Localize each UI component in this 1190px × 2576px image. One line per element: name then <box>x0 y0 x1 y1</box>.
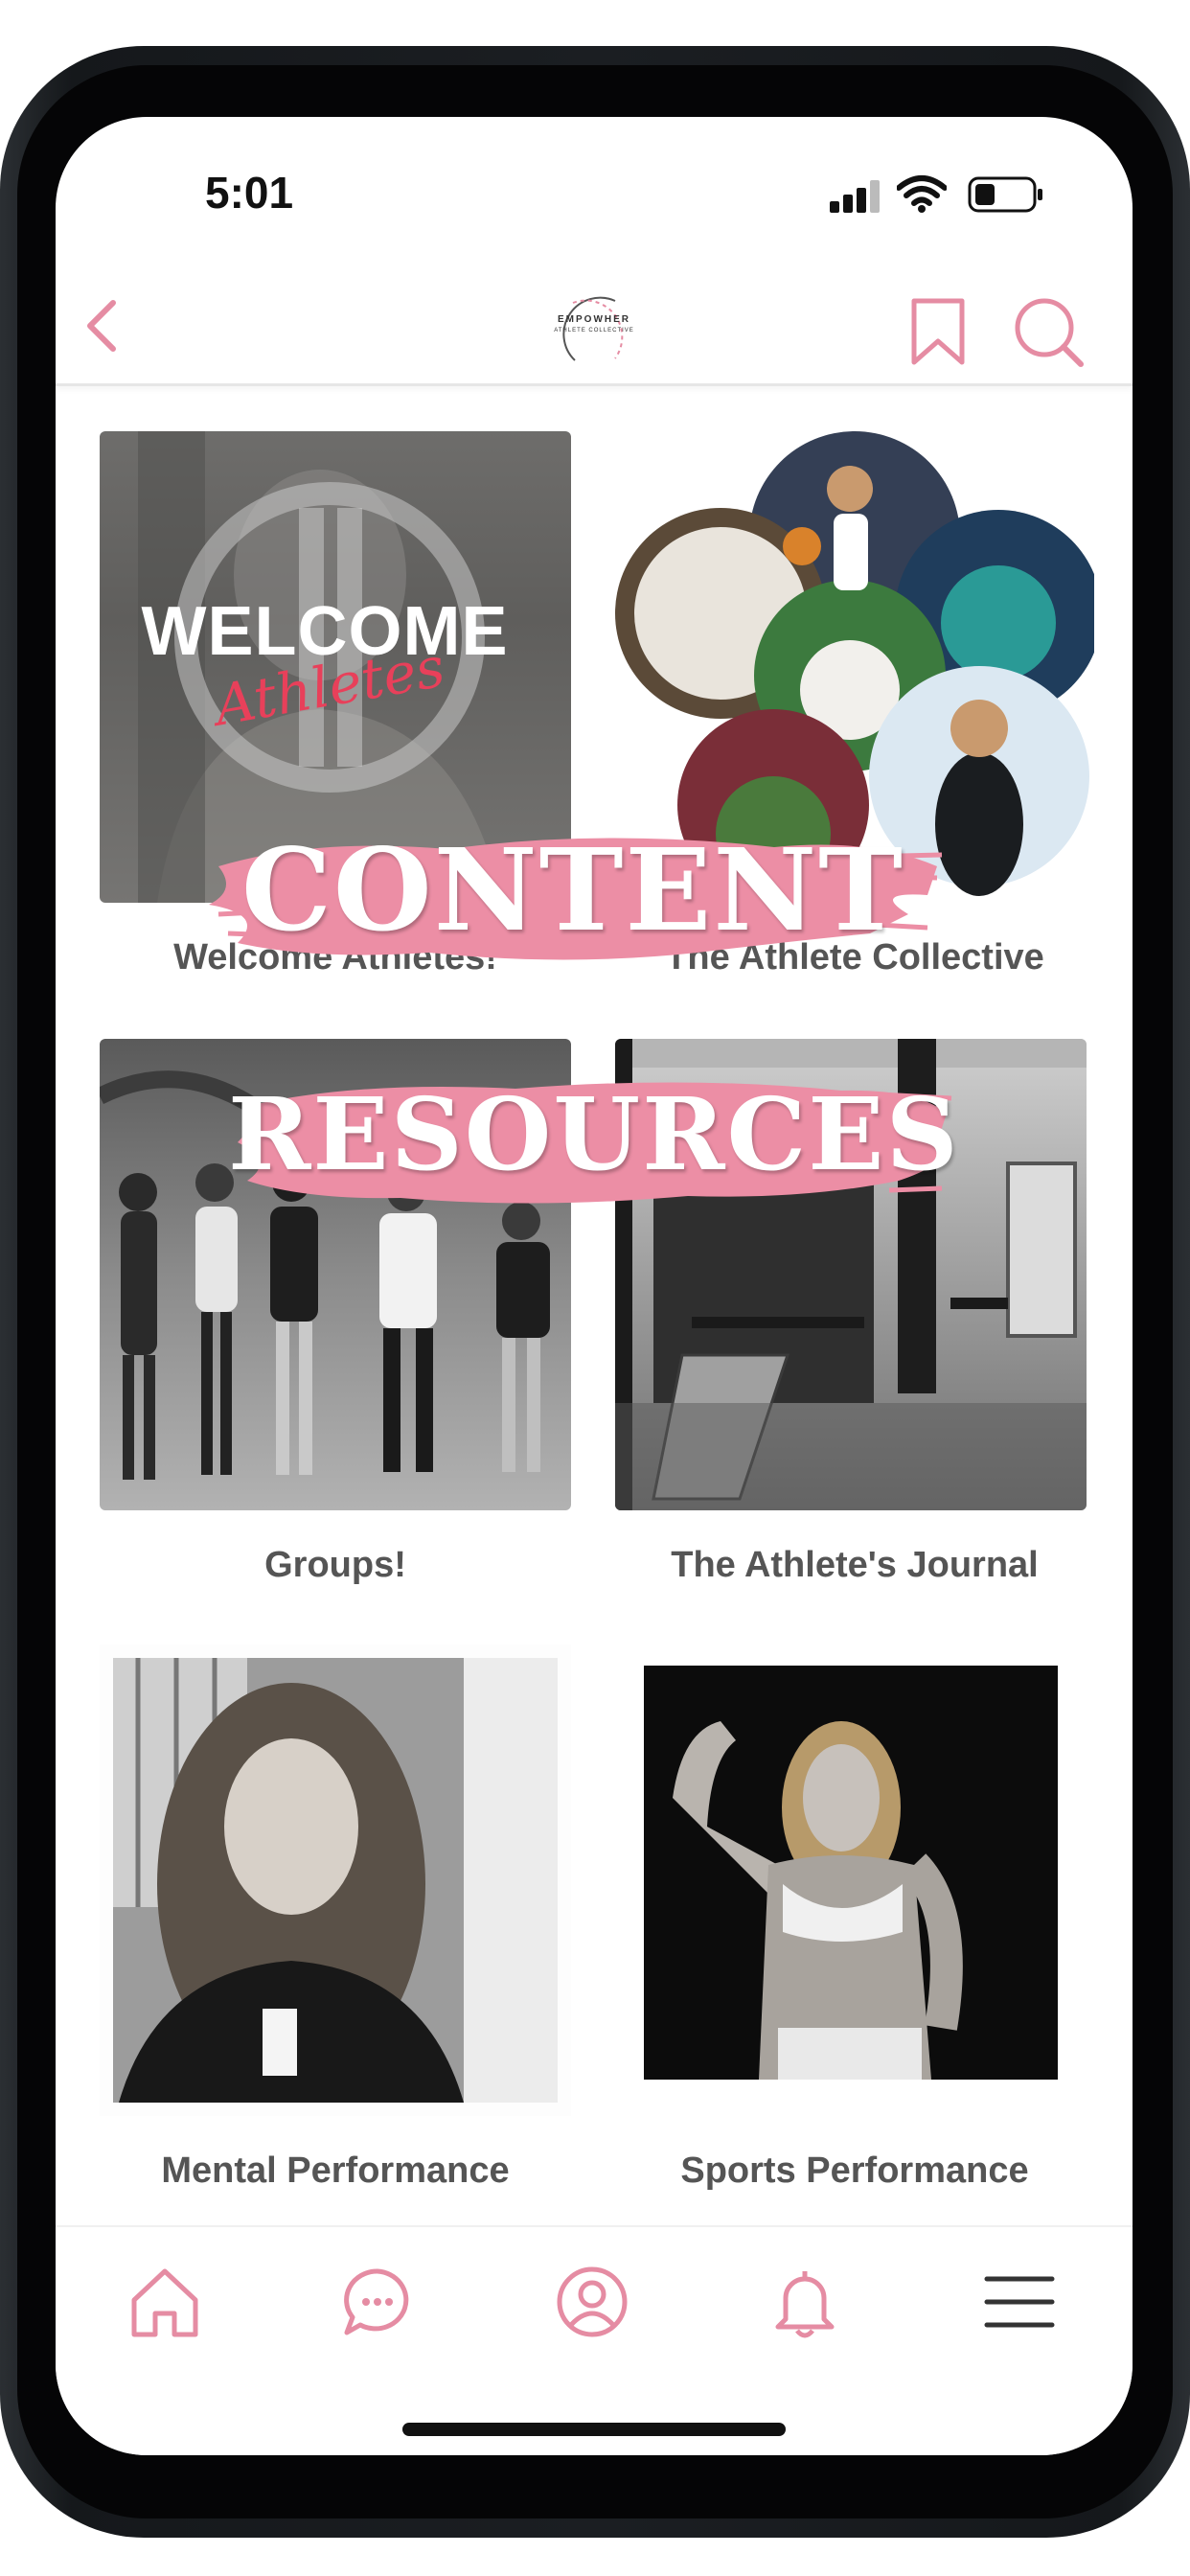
bookmark-icon[interactable] <box>908 297 968 366</box>
menu-icon[interactable] <box>981 2264 1058 2340</box>
mental-performance-photo-placeholder <box>113 1658 558 2103</box>
status-bar: 5:01 <box>56 117 1133 270</box>
back-chevron-icon[interactable] <box>75 295 136 356</box>
top-nav-bar: EMPOWHER ATHLETE COLLECTIVE <box>56 270 1133 386</box>
home-indicator[interactable] <box>402 2423 786 2436</box>
status-time: 5:01 <box>205 168 294 218</box>
wifi-icon <box>897 175 947 213</box>
sports-performance-photo-placeholder <box>644 1666 1058 2080</box>
signal-icon <box>830 180 880 213</box>
profile-icon[interactable] <box>554 2264 630 2340</box>
battery-icon <box>968 176 1042 213</box>
sports-performance-tile[interactable] <box>615 1644 1087 2116</box>
bottom-tab-bar <box>56 2225 1133 2455</box>
bell-icon[interactable] <box>767 2264 843 2340</box>
card-label-groups[interactable]: Groups! <box>77 1545 594 1586</box>
app-logo: EMPOWHER ATHLETE COLLECTIVE <box>546 291 642 368</box>
search-icon[interactable] <box>1010 295 1087 368</box>
content-banner-text: CONTENT <box>241 823 904 956</box>
app-screen: 5:01 EMPOWHER ATHLETE COLLECTIVE WELCOME… <box>56 117 1133 2455</box>
home-icon[interactable] <box>126 2264 203 2340</box>
card-label-journal[interactable]: The Athlete's Journal <box>596 1545 1113 1586</box>
card-label-mental[interactable]: Mental Performance <box>77 2150 594 2192</box>
mental-performance-tile[interactable] <box>100 1644 571 2116</box>
card-label-sports[interactable]: Sports Performance <box>596 2150 1113 2192</box>
resources-banner-text: RESOURCES <box>228 1075 960 1193</box>
logo-wordmark: EMPOWHER <box>558 314 630 325</box>
logo-tagline: ATHLETE COLLECTIVE <box>554 328 634 334</box>
chat-icon[interactable] <box>339 2264 416 2340</box>
